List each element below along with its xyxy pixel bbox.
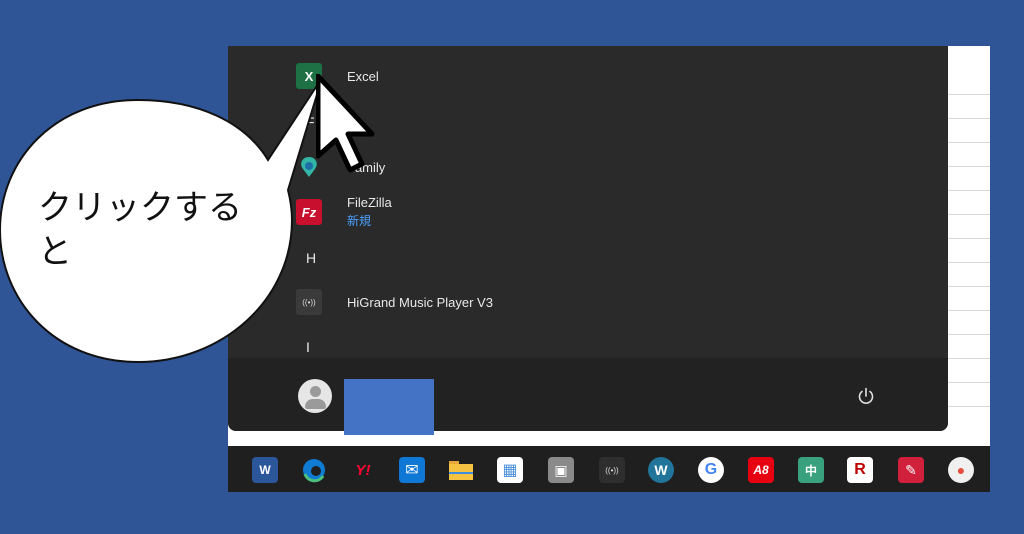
mouse-cursor-icon [316, 74, 375, 173]
callout-line-1: クリックする [38, 188, 242, 228]
callout-text: クリックする と [38, 186, 248, 274]
callout-line-2: と [38, 232, 72, 272]
